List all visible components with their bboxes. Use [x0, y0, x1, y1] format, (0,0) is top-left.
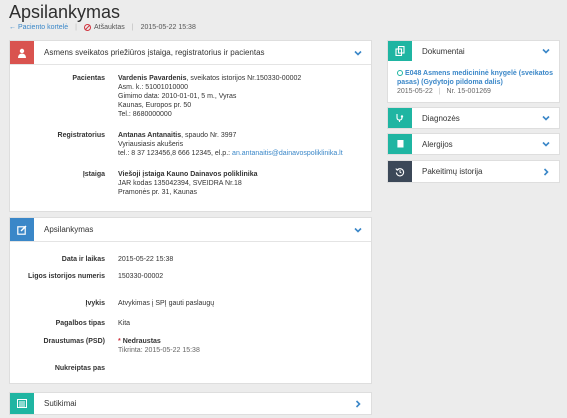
institution-panel-title: Asmens sveikatos priežiūros įstaiga, reg… [44, 48, 265, 57]
visit-label: Data ir laikas [61, 256, 105, 263]
registrar-stamp: , spaudo Nr. 3997 [181, 132, 237, 139]
chevron-down-icon[interactable] [354, 49, 362, 57]
visit-value: 2015-05-22 15:38 [118, 256, 174, 263]
visit-row-referred: Nukreiptas pas [10, 364, 105, 373]
organization-label: Įstaiga [82, 171, 105, 178]
status-label: Atšauktas [93, 23, 125, 31]
referred-label: Nukreiptas pas [54, 365, 105, 372]
patient-info: Pacientas Vardenis Pavardenis, sveikatos… [10, 74, 371, 119]
institution-panel: Asmens sveikatos priežiūros įstaiga, reg… [9, 40, 372, 212]
patient-code: Asm. k.: 51001010000 [118, 84, 189, 91]
organization-code: JAR kodas 135042394, SVEIDRA Nr.18 [118, 180, 242, 187]
visit-label: Pagalbos tipas [55, 320, 105, 327]
patient-birth: Gimimo data: 2010-01-01, 5 m., Vyras [118, 93, 237, 100]
status-badge: Atšauktas [83, 23, 125, 31]
chevron-right-icon[interactable] [542, 168, 550, 176]
insurance-status: Nedraustas [122, 338, 161, 345]
chevron-down-icon[interactable] [542, 114, 550, 122]
chevron-down-icon[interactable] [354, 226, 362, 234]
organization-name: Viešoji įstaiga Kauno Dainavos poliklini… [118, 171, 258, 178]
visit-panel: Apsilankymas Data ir laikas 2015-05-22 1… [9, 217, 372, 384]
history-panel-title: Pakeitimų istorija [422, 167, 483, 176]
book-icon [388, 134, 412, 154]
cancel-icon [83, 23, 91, 31]
registrar-role: Vyriausiasis akušeris [118, 141, 184, 148]
registrar-label: Registratorius [57, 132, 105, 139]
visit-value: 150330-00002 [118, 273, 164, 280]
registrar-info: Registratorius Antanas Antanaitis, spaud… [10, 131, 371, 158]
list-icon [10, 393, 34, 414]
chevron-down-icon[interactable] [542, 140, 550, 148]
documents-panel-title: Dokumentai [422, 46, 465, 56]
patient-history: , sveikatos istorijos Nr.150330-00002 [186, 75, 302, 82]
visit-panel-title: Apsilankymas [44, 225, 94, 234]
chevron-down-icon[interactable] [542, 47, 550, 55]
registrar-name: Antanas Antanaitis [118, 132, 182, 139]
visit-value: Kita [118, 320, 131, 327]
history-panel[interactable]: Pakeitimų istorija [387, 160, 560, 183]
user-icon [10, 41, 34, 64]
page-title: Apsilankymas [9, 2, 121, 22]
documents-panel-header[interactable]: Dokumentai [388, 41, 559, 61]
visit-label: Ligos istorijos numeris [27, 273, 105, 280]
visit-row-help-type: Pagalbos tipas Kita [10, 319, 130, 328]
diagnoses-panel-title: Diagnozės [422, 113, 460, 123]
visit-row-datetime: Data ir laikas 2015-05-22 15:38 [10, 255, 173, 264]
visit-value: Atvykimas į SPĮ gauti paslaugų [118, 300, 215, 307]
patient-address: Kaunas, Europos pr. 50 [118, 102, 192, 109]
history-icon [388, 161, 412, 182]
document-link[interactable]: E048 Asmens medicininė knygelė (sveikato… [397, 69, 559, 87]
insurance-label: Draustumas (PSD) [43, 338, 105, 345]
document-number: Nr. 15-001269 [446, 88, 491, 95]
stethoscope-icon [388, 108, 412, 128]
registrar-contacts: tel.: 8 37 123456,8 666 12345, el.p.: [118, 150, 233, 157]
visit-row-insurance: Draustumas (PSD) * Nedraustas Tikrinta: … [10, 337, 200, 355]
consents-panel-title: Sutikimai [44, 399, 77, 408]
visit-row-event: Įvykis Atvykimas į SPĮ gauti paslaugų [10, 299, 215, 308]
documents-panel: Dokumentai E048 Asmens medicininė knygel… [387, 40, 560, 103]
uninsured-star-icon: * [118, 338, 121, 345]
diagnoses-panel[interactable]: Diagnozės [387, 107, 560, 129]
visit-row-history-number: Ligos istorijos numeris 150330-00002 [10, 272, 163, 281]
registrar-email-link[interactable]: an.antanaitis@dainavospoliklinika.lt [232, 150, 343, 157]
organization-address: Pramonės pr. 31, Kaunas [118, 189, 197, 196]
document-date: 2015-05-22 [397, 88, 433, 95]
check-circle-icon [397, 70, 403, 76]
divider: | [131, 23, 134, 31]
documents-icon [388, 41, 412, 61]
consents-panel[interactable]: Sutikimai [9, 392, 372, 415]
allergies-panel-title: Alergijos [422, 139, 453, 149]
back-to-patient-link[interactable]: ← Paciento kortelė [9, 24, 68, 31]
organization-info: Įstaiga Viešoji įstaiga Kauno Dainavos p… [10, 170, 371, 197]
institution-panel-header[interactable]: Asmens sveikatos priežiūros įstaiga, reg… [10, 41, 371, 64]
visit-datetime: 2015-05-22 15:38 [140, 23, 196, 31]
visit-label: Įvykis [85, 300, 105, 307]
insurance-checked: Tikrinta: 2015-05-22 15:38 [118, 347, 200, 354]
document-title: E048 Asmens medicininė knygelė (sveikato… [397, 70, 553, 86]
divider: | [75, 23, 77, 31]
allergies-panel[interactable]: Alergijos [387, 133, 560, 155]
chevron-right-icon[interactable] [354, 400, 362, 408]
breadcrumb: ← Paciento kortelė | Atšauktas | 2015-05… [9, 22, 196, 32]
visit-panel-header[interactable]: Apsilankymas [10, 218, 371, 241]
document-meta: 2015-05-22 | Nr. 15-001269 [397, 88, 491, 95]
patient-phone: Tel.: 8680000000 [118, 111, 172, 118]
patient-label: Pacientas [72, 75, 105, 82]
patient-name: Vardenis Pavardenis [118, 75, 187, 82]
edit-icon [10, 218, 34, 241]
